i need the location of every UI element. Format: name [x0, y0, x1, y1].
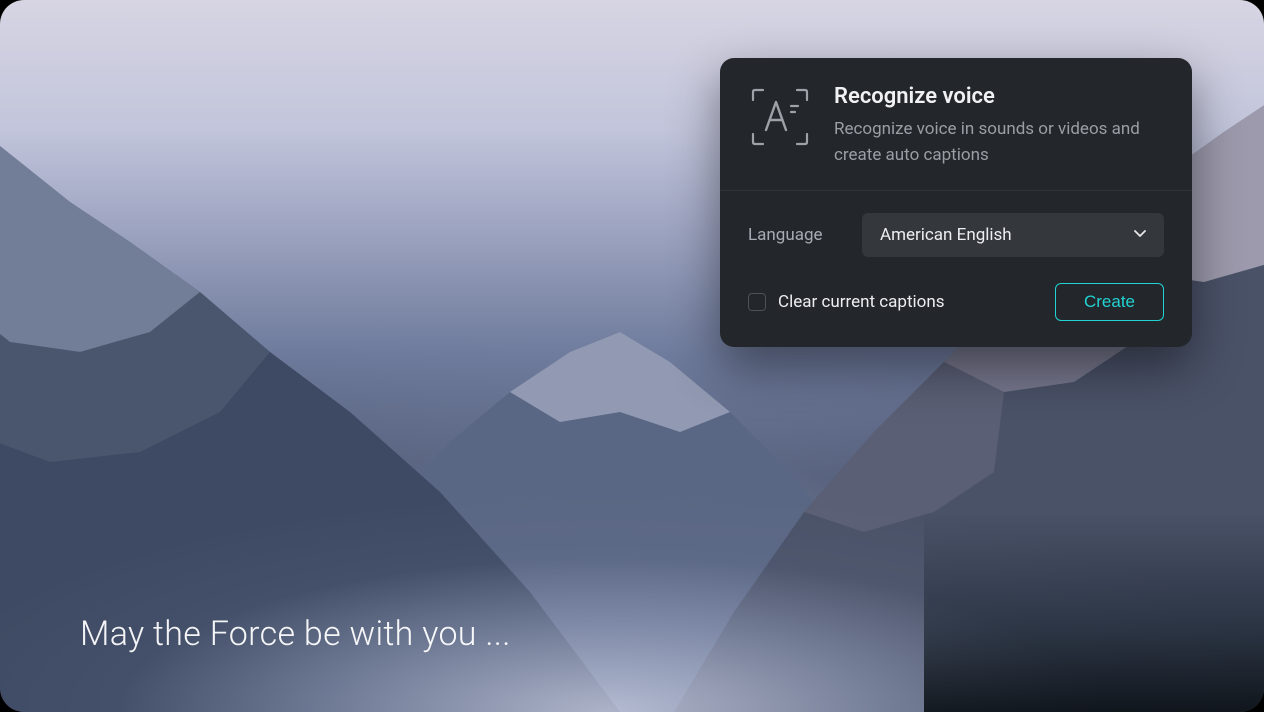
clear-captions-label: Clear current captions [778, 292, 945, 312]
caption-text: May the Force be with you ... [80, 614, 511, 654]
panel-header: Recognize voice Recognize voice in sound… [720, 58, 1192, 190]
letter-a-scan-icon [748, 84, 812, 148]
chevron-down-icon [1132, 225, 1148, 245]
panel-subtitle: Recognize voice in sounds or videos and … [834, 117, 1164, 168]
recognize-voice-panel: Recognize voice Recognize voice in sound… [720, 58, 1192, 347]
panel-header-text: Recognize voice Recognize voice in sound… [834, 84, 1164, 168]
video-preview: May the Force be with you ... R [0, 0, 1264, 712]
checkbox-box [748, 293, 766, 311]
language-row: Language American English [720, 191, 1192, 265]
clear-captions-checkbox[interactable]: Clear current captions [748, 292, 945, 312]
create-button[interactable]: Create [1055, 283, 1164, 321]
panel-title: Recognize voice [834, 84, 1164, 109]
language-label: Language [748, 225, 844, 245]
language-selected-value: American English [880, 225, 1012, 245]
panel-footer: Clear current captions Create [720, 265, 1192, 347]
language-select[interactable]: American English [862, 213, 1164, 257]
